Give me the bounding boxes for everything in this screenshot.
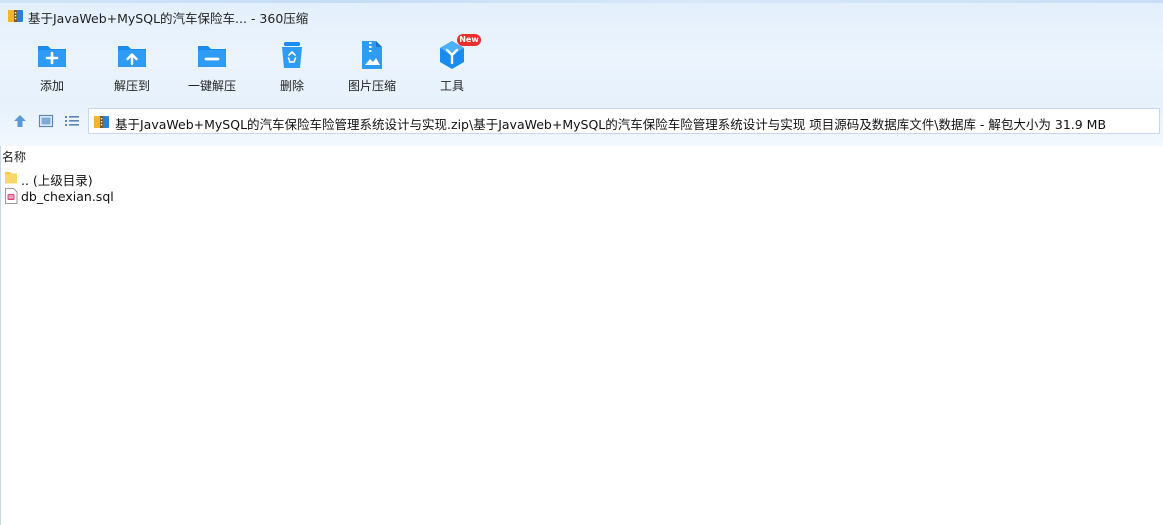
delete-button[interactable]: 删除	[254, 36, 330, 96]
delete-button-label: 删除	[279, 79, 304, 93]
one-click-extract-folder-icon	[198, 46, 226, 67]
sql-file-icon	[5, 188, 18, 204]
list-view-icon[interactable]	[64, 113, 80, 129]
zip-archive-icon	[94, 116, 109, 128]
thumbnail-view-icon[interactable]	[38, 113, 54, 129]
left-border	[0, 146, 1, 525]
address-bar[interactable]: 基于JavaWeb+MySQL的汽车保险车险管理系统设计与实现.zip\基于Ja…	[88, 108, 1160, 134]
title-bar: 基于JavaWeb+MySQL的汽车保险车... - 360压缩	[0, 0, 1163, 30]
image-compress-button[interactable]: 图片压缩	[334, 36, 410, 96]
tools-button[interactable]: 工具	[414, 36, 490, 96]
navigation-row: 基于JavaWeb+MySQL的汽车保险车险管理系统设计与实现.zip\基于Ja…	[0, 108, 1163, 134]
recycle-bin-icon	[282, 42, 302, 68]
extract-to-folder-icon	[118, 46, 146, 67]
add-folder-icon	[38, 46, 66, 67]
new-badge: New	[457, 34, 481, 46]
address-path: 基于JavaWeb+MySQL的汽车保险车险管理系统设计与实现.zip\基于Ja…	[115, 117, 1107, 132]
list-item-parent-directory[interactable]: .. (上级目录)	[4, 168, 304, 188]
folder-icon	[5, 172, 17, 184]
up-arrow-icon[interactable]	[12, 113, 28, 129]
list-item-name: db_chexian.sql	[21, 189, 114, 204]
360zip-archive-icon	[8, 10, 23, 22]
toolbar: 添加 解压到 一键解压 删除 图片压缩 工具	[0, 36, 800, 100]
image-compress-button-label: 图片压缩	[347, 79, 396, 93]
tools-button-label: 工具	[439, 79, 464, 93]
extract-to-button[interactable]: 解压到	[94, 36, 170, 96]
extract-to-button-label: 解压到	[113, 79, 150, 93]
column-header-name[interactable]: 名称	[2, 148, 26, 165]
add-button[interactable]: 添加	[14, 36, 90, 96]
one-click-extract-button[interactable]: 一键解压	[174, 36, 250, 96]
one-click-extract-button-label: 一键解压	[187, 79, 236, 93]
add-button-label: 添加	[39, 79, 64, 93]
window-header: 基于JavaWeb+MySQL的汽车保险车... - 360压缩 添加 解压到	[0, 0, 1163, 146]
list-item-file[interactable]: db_chexian.sql	[4, 187, 304, 205]
image-compress-icon	[362, 41, 382, 69]
window-title: 基于JavaWeb+MySQL的汽车保险车... - 360压缩	[28, 11, 309, 26]
